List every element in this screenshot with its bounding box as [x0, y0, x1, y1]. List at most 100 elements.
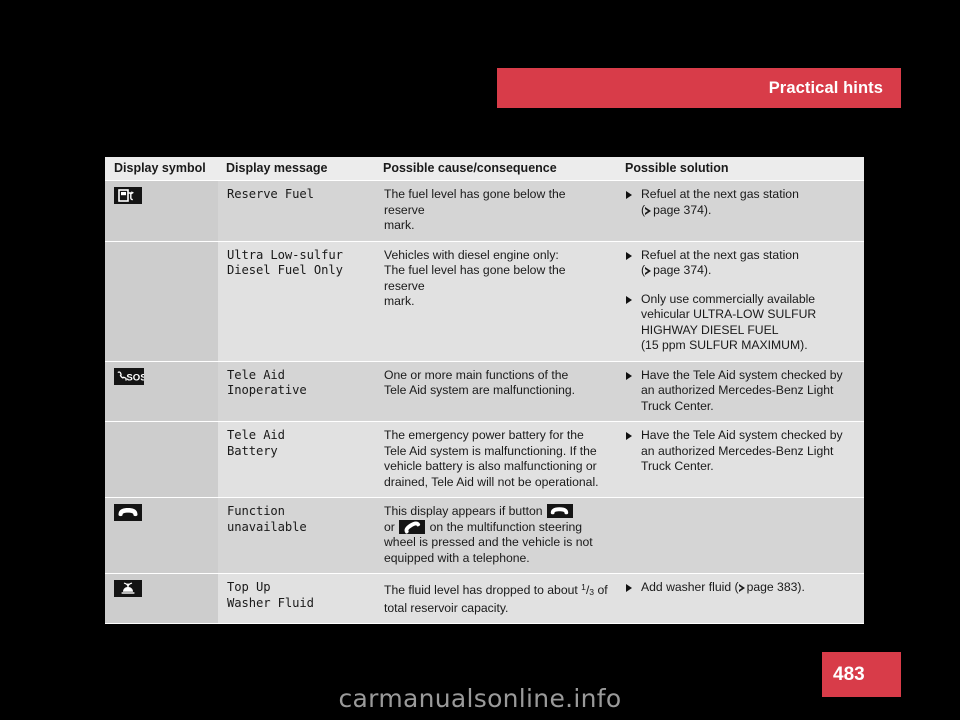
- display-message-line: Top Up: [227, 580, 271, 594]
- cause-text: of: [597, 583, 608, 597]
- cause-line: drained, Tele Aid will not be operationa…: [384, 474, 599, 489]
- display-messages-table-container: Display symbol Display message Possible …: [105, 157, 864, 624]
- cell-possible-solution: Have the Tele Aid system checked by an a…: [617, 421, 864, 498]
- solution-text: Have the Tele Aid system checked by: [641, 367, 843, 382]
- cell-display-message: Function unavailable: [218, 497, 375, 574]
- cell-display-symbol: [105, 497, 218, 574]
- solution-text: Truck Center.: [641, 398, 714, 413]
- solution-list: Have the Tele Aid system checked by an a…: [626, 368, 855, 415]
- cell-possible-solution: Add washer fluid (page 383).: [617, 573, 864, 624]
- solution-text: an authorized Mercedes-Benz Light: [641, 443, 834, 458]
- cell-display-message: Top Up Washer Fluid: [218, 573, 375, 624]
- cause-line: total reservoir capacity.: [384, 600, 509, 615]
- display-message-line: Washer Fluid: [227, 595, 314, 610]
- solution-text: vehicular ULTRA-LOW SULFUR: [641, 307, 817, 321]
- cell-display-symbol: [105, 241, 218, 362]
- list-item: Only use commercially available vehicula…: [626, 292, 855, 354]
- cause-line: equipped with a telephone.: [384, 550, 530, 565]
- solution-text: (15 ppm SULFUR MAXIMUM).: [641, 338, 808, 352]
- table-row: Top Up Washer Fluid The fluid level has …: [105, 573, 864, 624]
- cell-display-message: Reserve Fuel: [218, 180, 375, 242]
- cause-text: on the multifunction steering: [429, 519, 583, 534]
- table-header-row: Display symbol Display message Possible …: [105, 157, 864, 181]
- page-ref-triangle-icon: [645, 267, 652, 275]
- page-number: 483: [833, 663, 865, 685]
- phone-pickup-icon: [399, 519, 426, 534]
- cell-possible-solution: [617, 497, 864, 574]
- display-message-line: Battery: [227, 443, 278, 458]
- cell-possible-cause: This display appears if button or on the…: [375, 497, 617, 574]
- cell-display-message: Tele Aid Inoperative: [218, 361, 375, 422]
- cause-line: The fuel level has gone below the reserv…: [384, 263, 566, 293]
- display-message-line: unavailable: [227, 519, 307, 534]
- site-watermark: carmanualsonline.info: [338, 684, 622, 713]
- cause-text: The fluid level has dropped to about: [384, 583, 578, 597]
- cell-display-symbol: [105, 421, 218, 498]
- sos-phone-icon: SOS: [114, 367, 144, 385]
- cell-display-message: Tele Aid Battery: [218, 421, 375, 498]
- table-row: Reserve Fuel The fuel level has gone bel…: [105, 180, 864, 242]
- cell-possible-solution: Refuel at the next gas station (page 374…: [617, 180, 864, 242]
- page-reference: (page 374).: [641, 263, 712, 277]
- table-row: Ultra Low-sulfur Diesel Fuel Only Vehicl…: [105, 241, 864, 362]
- cause-line: One or more main functions of the: [384, 367, 569, 382]
- phone-hangup-icon: [546, 504, 573, 518]
- display-message-line: Inoperative: [227, 383, 307, 397]
- table-header: Display symbol Display message Possible …: [105, 157, 864, 181]
- column-header-display-message: Display message: [218, 157, 375, 181]
- cause-text: This display appears if button: [384, 504, 543, 518]
- cause-line: Tele Aid system are malfunctioning.: [384, 383, 576, 397]
- list-item: Refuel at the next gas station (page 374…: [626, 248, 855, 279]
- list-item: Refuel at the next gas station (page 374…: [626, 187, 855, 218]
- cell-possible-cause: The fluid level has dropped to about 1/3…: [375, 573, 617, 624]
- page-reference: (page 374).: [641, 202, 712, 217]
- bullet-triangle-icon: [626, 584, 632, 592]
- solution-text: Have the Tele Aid system checked by: [641, 428, 843, 442]
- cell-display-symbol: SOS: [105, 361, 218, 422]
- cause-line: vehicle battery is also malfunctioning o…: [384, 459, 597, 473]
- bullet-triangle-icon: [626, 371, 632, 380]
- solution-list: Refuel at the next gas station (page 374…: [626, 248, 855, 354]
- table-row: Tele Aid Battery The emergency power bat…: [105, 421, 864, 498]
- solution-text: an authorized Mercedes-Benz Light: [641, 383, 834, 397]
- fraction-one-third: 1/3: [581, 582, 595, 597]
- cause-line: Tele Aid system is malfunctioning. If th…: [384, 443, 597, 458]
- list-item: Have the Tele Aid system checked by an a…: [626, 428, 855, 475]
- cell-possible-solution: Have the Tele Aid system checked by an a…: [617, 361, 864, 422]
- cause-line: wheel is pressed and the vehicle is not: [384, 535, 593, 549]
- solution-text: Refuel at the next gas station: [641, 247, 799, 262]
- cause-line: The fuel level has gone below the reserv…: [384, 187, 566, 217]
- display-message-line: Diesel Fuel Only: [227, 263, 343, 277]
- list-item: Have the Tele Aid system checked by an a…: [626, 368, 855, 415]
- bullet-triangle-icon: [626, 295, 632, 304]
- page-ref-triangle-icon: [645, 206, 652, 215]
- page-title: Practical hints: [768, 78, 883, 97]
- cell-possible-cause: One or more main functions of the Tele A…: [375, 361, 617, 422]
- cell-display-message: Ultra Low-sulfur Diesel Fuel Only: [218, 241, 375, 362]
- page-ref-triangle-icon: [738, 584, 746, 592]
- phone-hangup-icon: [114, 504, 142, 521]
- column-header-possible-cause: Possible cause/consequence: [375, 157, 617, 181]
- solution-text: Truck Center.: [641, 459, 714, 473]
- display-message-line: Reserve Fuel: [227, 187, 314, 201]
- solution-text: Refuel at the next gas station: [641, 187, 799, 201]
- column-header-possible-solution: Possible solution: [617, 157, 864, 181]
- bullet-triangle-icon: [626, 191, 632, 199]
- cause-line: Vehicles with diesel engine only:: [384, 247, 559, 262]
- bullet-triangle-icon: [626, 432, 632, 440]
- display-message-line: Tele Aid: [227, 428, 285, 442]
- solution-text: Only use commercially available: [641, 291, 816, 306]
- table-row: Function unavailable This display appear…: [105, 497, 864, 574]
- display-message-line: Ultra Low-sulfur: [227, 247, 343, 262]
- svg-text:SOS: SOS: [126, 372, 144, 383]
- list-item: Add washer fluid (page 383).: [626, 580, 855, 596]
- fraction-denominator: 3: [589, 587, 595, 597]
- display-messages-table: Display symbol Display message Possible …: [105, 157, 864, 624]
- cell-display-symbol: [105, 573, 218, 624]
- table-body: Reserve Fuel The fuel level has gone bel…: [105, 180, 864, 624]
- cause-line: mark.: [384, 218, 415, 232]
- washer-fluid-icon: [114, 580, 142, 597]
- solution-list: Have the Tele Aid system checked by an a…: [626, 428, 855, 475]
- cause-line: or on the multifunction steering: [384, 519, 608, 536]
- cause-line: mark.: [384, 294, 415, 308]
